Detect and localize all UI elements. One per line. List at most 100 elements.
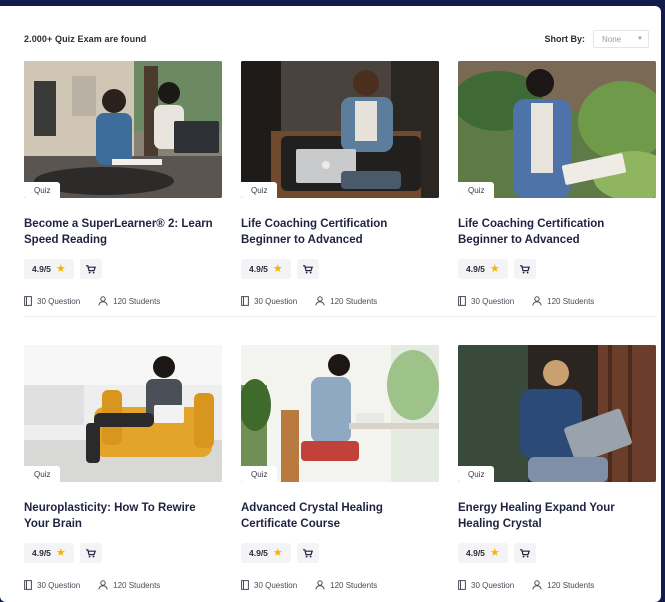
rating-badge: 4.9/5 ★	[24, 259, 74, 279]
rating-badge: 4.9/5 ★	[241, 543, 291, 563]
rating-badge: 4.9/5 ★	[24, 543, 74, 563]
question-count: 30 Question	[24, 580, 80, 590]
sort-select[interactable]: None ▼	[593, 30, 649, 48]
cart-icon	[302, 264, 313, 273]
question-book-icon	[24, 580, 32, 590]
quiz-thumbnail[interactable]: Quiz	[241, 61, 439, 198]
chevron-down-icon: ▼	[637, 36, 643, 42]
quiz-thumbnail[interactable]: Quiz	[241, 345, 439, 482]
student-count: 120 Students	[315, 580, 377, 590]
quiz-card[interactable]: Quiz Neuroplasticity: How To Rewire Your…	[24, 345, 222, 602]
question-label: 30 Question	[37, 296, 81, 306]
add-to-cart-button[interactable]	[296, 543, 319, 563]
question-book-icon	[458, 296, 466, 306]
add-to-cart-button[interactable]	[79, 259, 102, 279]
quiz-thumbnail[interactable]: Quiz	[24, 61, 222, 198]
quiz-thumbnail[interactable]: Quiz	[24, 345, 222, 482]
quiz-title[interactable]: Life Coaching Certification Beginner to …	[241, 217, 439, 249]
rating-value: 4.9/5	[249, 548, 268, 558]
question-book-icon	[458, 580, 466, 590]
cart-icon	[85, 264, 96, 273]
quiz-card[interactable]: Quiz Life Coaching Certification Beginne…	[241, 61, 439, 319]
results-count: 2.000+ Quiz Exam are found	[24, 34, 147, 44]
quiz-title[interactable]: Neuroplasticity: How To Rewire Your Brai…	[24, 501, 222, 533]
cart-icon	[519, 264, 530, 273]
quiz-title[interactable]: Become a SuperLearner® 2: Learn Speed Re…	[24, 217, 222, 249]
quiz-stats: 30 Question 120 Students	[458, 296, 656, 306]
sort-label: Short By:	[544, 34, 586, 44]
student-user-icon	[532, 296, 542, 306]
cart-icon	[302, 548, 313, 557]
quiz-title[interactable]: Advanced Crystal Healing Certificate Cou…	[241, 501, 439, 533]
question-label: 30 Question	[37, 580, 81, 590]
quiz-tag: Quiz	[241, 466, 278, 482]
rating-badge: 4.9/5 ★	[458, 259, 508, 279]
quiz-stats: 30 Question 120 Students	[241, 580, 439, 590]
cart-icon	[519, 548, 530, 557]
man-reading-outdoors-photo	[458, 61, 656, 198]
student-label: 120 Students	[547, 580, 595, 590]
quiz-meta: 4.9/5 ★	[241, 543, 439, 563]
question-label: 30 Question	[471, 580, 515, 590]
quiz-thumbnail[interactable]: Quiz	[458, 345, 656, 482]
cart-icon	[85, 548, 96, 557]
man-with-laptop-photo	[241, 61, 439, 198]
star-icon: ★	[55, 262, 66, 275]
rating-value: 4.9/5	[32, 264, 51, 274]
question-count: 30 Question	[458, 580, 514, 590]
question-count: 30 Question	[458, 296, 514, 306]
quiz-meta: 4.9/5 ★	[458, 259, 656, 279]
quiz-thumbnail[interactable]: Quiz	[458, 61, 656, 198]
add-to-cart-button[interactable]	[513, 259, 536, 279]
quiz-meta: 4.9/5 ★	[24, 543, 222, 563]
rating-badge: 4.9/5 ★	[241, 259, 291, 279]
rating-value: 4.9/5	[466, 264, 485, 274]
rating-value: 4.9/5	[466, 548, 485, 558]
star-icon: ★	[489, 546, 500, 559]
add-to-cart-button[interactable]	[79, 543, 102, 563]
question-count: 30 Question	[241, 580, 297, 590]
man-on-yellow-chair-photo	[24, 345, 222, 482]
question-label: 30 Question	[254, 296, 298, 306]
question-count: 30 Question	[241, 296, 297, 306]
add-to-cart-button[interactable]	[296, 259, 319, 279]
sort-value: None	[602, 34, 622, 44]
star-icon: ★	[489, 262, 500, 275]
man-with-laptop-night-photo	[458, 345, 656, 482]
star-icon: ★	[272, 262, 283, 275]
quiz-card[interactable]: Quiz Become a SuperLearner® 2: Learn Spe…	[24, 61, 222, 319]
quiz-grid: Quiz Become a SuperLearner® 2: Learn Spe…	[24, 61, 657, 602]
quiz-card[interactable]: Quiz Energy Healing Expand Your Healing …	[458, 345, 656, 602]
question-book-icon	[241, 296, 249, 306]
add-to-cart-button[interactable]	[513, 543, 536, 563]
student-user-icon	[98, 296, 108, 306]
sort-control: Short By: None ▼	[544, 30, 649, 48]
quiz-title[interactable]: Energy Healing Expand Your Healing Cryst…	[458, 501, 656, 533]
quiz-stats: 30 Question 120 Students	[241, 296, 439, 306]
student-count: 120 Students	[98, 296, 160, 306]
quiz-card[interactable]: Quiz Advanced Crystal Healing Certificat…	[241, 345, 439, 602]
quiz-tag: Quiz	[241, 182, 278, 198]
rating-value: 4.9/5	[249, 264, 268, 274]
student-user-icon	[532, 580, 542, 590]
quiz-stats: 30 Question 120 Students	[24, 580, 222, 590]
quiz-stats: 30 Question 120 Students	[458, 580, 656, 590]
question-count: 30 Question	[24, 296, 80, 306]
man-at-desk-photo	[241, 345, 439, 482]
quiz-card[interactable]: Quiz Life Coaching Certification Beginne…	[458, 61, 656, 319]
quiz-meta: 4.9/5 ★	[458, 543, 656, 563]
student-label: 120 Students	[330, 580, 378, 590]
quiz-tag: Quiz	[24, 182, 61, 198]
quiz-title[interactable]: Life Coaching Certification Beginner to …	[458, 217, 656, 249]
results-toolbar: 2.000+ Quiz Exam are found Short By: Non…	[24, 28, 649, 50]
star-icon: ★	[55, 546, 66, 559]
student-label: 120 Students	[547, 296, 595, 306]
student-label: 120 Students	[113, 296, 161, 306]
student-label: 120 Students	[330, 296, 378, 306]
quiz-stats: 30 Question 120 Students	[24, 296, 222, 306]
star-icon: ★	[272, 546, 283, 559]
quiz-tag: Quiz	[458, 182, 495, 198]
students-studying-photo	[24, 61, 222, 198]
question-book-icon	[24, 296, 32, 306]
student-count: 120 Students	[532, 580, 594, 590]
